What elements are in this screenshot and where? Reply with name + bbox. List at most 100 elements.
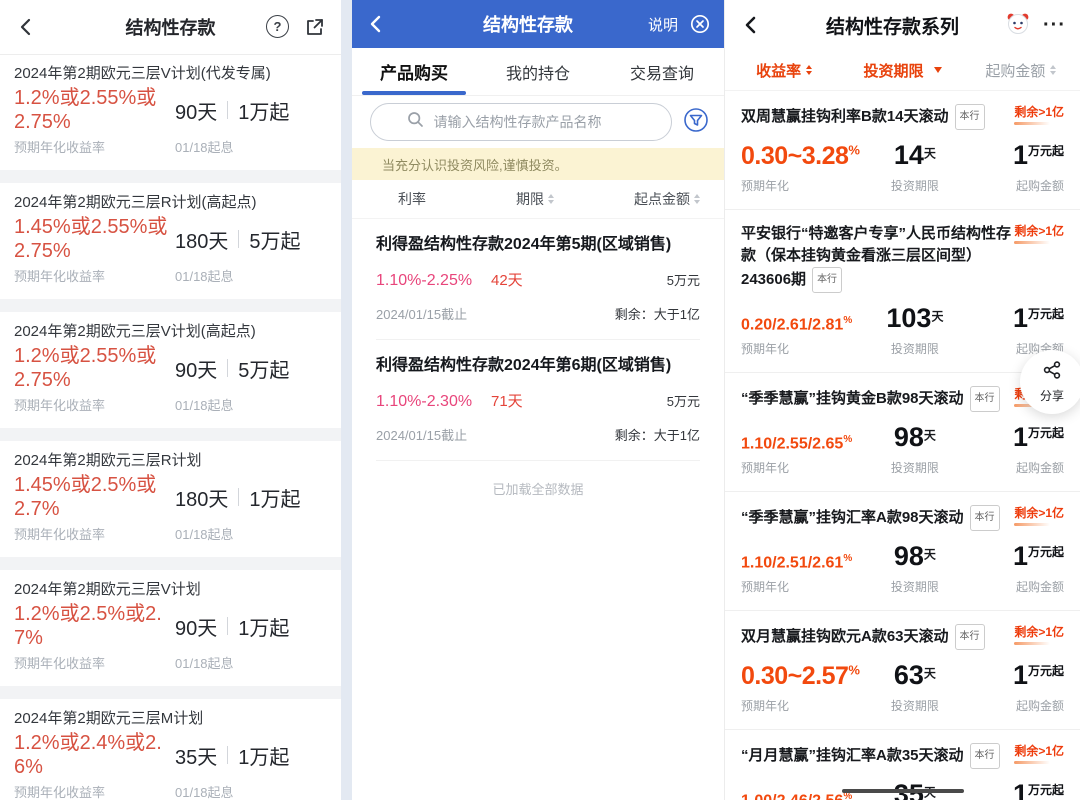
remaining-text: 剩余>1亿 bbox=[1014, 224, 1064, 238]
series-card[interactable]: 剩余>1亿 平安银行“特邀客户专享”人民币结构性存款（保本挂钩黄金看涨三层区间型… bbox=[725, 210, 1080, 373]
days-unit: 天 bbox=[924, 147, 936, 161]
rate-value: 0.30~3.28 bbox=[741, 142, 848, 170]
series-card[interactable]: 剩余>1亿 “季季慧赢”挂钩汇率A款98天滚动本行 1.10/2.51/2.61… bbox=[725, 492, 1080, 611]
column-rate[interactable]: 利率 bbox=[376, 189, 491, 209]
product-rate: 0.30~2.57% bbox=[741, 662, 865, 691]
divider bbox=[227, 746, 228, 764]
product-term-min: 90天 1万起 bbox=[172, 612, 327, 641]
min-amount: 5万起 bbox=[238, 354, 289, 383]
min-label: 起购金额 bbox=[1016, 459, 1064, 476]
filter-icon[interactable] bbox=[682, 106, 710, 139]
tab-transaction-query[interactable]: 交易查询 bbox=[600, 48, 724, 95]
help-icon[interactable] bbox=[266, 15, 289, 38]
product-term-min: 90天 5万起 bbox=[172, 354, 327, 383]
back-icon[interactable] bbox=[364, 12, 388, 36]
share-export-icon[interactable] bbox=[303, 15, 327, 39]
product-row[interactable]: 利得盈结构性存款2024年第6期(区域销售) 1.10%-2.30% 71天 5… bbox=[352, 340, 724, 461]
sort-min-purchase[interactable]: 起购金额 bbox=[962, 60, 1080, 81]
product-rate: 1.2%或2.5%或2.7% bbox=[14, 602, 172, 650]
days-label: 投资期限 bbox=[891, 697, 939, 714]
sort-investment-term[interactable]: 投资期限 bbox=[843, 60, 961, 81]
column-amount[interactable]: 起点金额 bbox=[611, 189, 700, 209]
search-box[interactable] bbox=[370, 103, 672, 141]
mascot-icon[interactable] bbox=[1005, 10, 1031, 41]
product-days: 98天 bbox=[894, 541, 936, 572]
remaining-text: 剩余>1亿 bbox=[1014, 744, 1064, 758]
close-icon[interactable] bbox=[688, 12, 712, 36]
deposit-card[interactable]: 2024年第2期欧元三层V计划 1.2%或2.5%或2.7% 90天 1万起 预… bbox=[0, 570, 341, 686]
panel-left-deposit-list: 结构性存款 2024年第2期欧元三层V计划(代发专属) 1.2%或2.55%或2… bbox=[0, 0, 341, 800]
sort-yield-rate[interactable]: 收益率 bbox=[725, 60, 843, 81]
min-unit: 万元起 bbox=[1028, 545, 1064, 559]
product-min-amount: 5万元 bbox=[611, 391, 700, 410]
min-value: 1 bbox=[1013, 779, 1028, 800]
product-min: 1万元起 bbox=[1013, 140, 1064, 171]
deposit-card[interactable]: 2024年第2期欧元三层V计划(代发专属) 1.2%或2.55%或2.75% 9… bbox=[0, 54, 341, 170]
page-title: 结构性存款 bbox=[422, 11, 634, 37]
value-date: 01/18起息 bbox=[172, 137, 234, 156]
product-term-min: 90天 1万起 bbox=[172, 96, 327, 125]
deposit-card[interactable]: 2024年第2期欧元三层M计划 1.2%或2.4%或2.6% 35天 1万起 预… bbox=[0, 699, 341, 800]
remaining-badge: 剩余>1亿 bbox=[1014, 103, 1064, 125]
share-floating-button[interactable]: 分享 bbox=[1020, 350, 1080, 414]
share-icon bbox=[1042, 360, 1062, 385]
product-name: 2024年第2期欧元三层R计划(高起点) bbox=[14, 194, 327, 211]
product-rate: 0.30~3.28% bbox=[741, 142, 865, 171]
search-row bbox=[352, 96, 724, 148]
product-row[interactable]: 利得盈结构性存款2024年第5期(区域销售) 1.10%-2.25% 42天 5… bbox=[352, 219, 724, 340]
min-amount: 1万起 bbox=[249, 483, 300, 512]
product-min: 1万元起 bbox=[1013, 541, 1064, 572]
home-indicator[interactable] bbox=[842, 789, 964, 793]
min-unit: 万元起 bbox=[1028, 664, 1064, 678]
product-min-amount: 5万元 bbox=[611, 270, 700, 289]
min-unit: 万元起 bbox=[1028, 783, 1064, 797]
panel-separator bbox=[341, 0, 352, 800]
series-card[interactable]: 剩余>1亿 双月慧赢挂钩欧元A款63天滚动本行 0.30~2.57% 63天 1… bbox=[725, 611, 1080, 730]
column-term[interactable]: 期限 bbox=[491, 189, 611, 209]
product-rate: 1.45%或2.5%或2.7% bbox=[14, 473, 172, 521]
back-icon[interactable] bbox=[739, 13, 763, 37]
remaining-text: 剩余>1亿 bbox=[1014, 625, 1064, 639]
series-card[interactable]: 剩余>1亿 双周慧赢挂钩利率B款14天滚动本行 0.30~3.28% 14天 1… bbox=[725, 91, 1080, 210]
tab-label: 产品购买 bbox=[380, 59, 448, 84]
min-unit: 万元起 bbox=[1028, 144, 1064, 158]
tab-product-purchase[interactable]: 产品购买 bbox=[352, 48, 476, 95]
rate-label: 预期年化收益率 bbox=[14, 395, 172, 414]
deposit-card[interactable]: 2024年第2期欧元三层R计划 1.45%或2.5%或2.7% 180天 1万起… bbox=[0, 441, 341, 557]
bank-tag: 本行 bbox=[955, 624, 985, 650]
product-days: 14天 bbox=[894, 140, 936, 171]
product-days: 63天 bbox=[894, 660, 936, 691]
underline-accent bbox=[1014, 241, 1050, 244]
product-name: 利得盈结构性存款2024年第5期(区域销售) bbox=[376, 235, 700, 255]
underline-accent bbox=[1014, 761, 1050, 764]
rate-label: 预期年化收益率 bbox=[14, 782, 172, 800]
deposit-card[interactable]: 2024年第2期欧元三层R计划(高起点) 1.45%或2.55%或2.75% 1… bbox=[0, 183, 341, 299]
search-input[interactable] bbox=[432, 113, 636, 131]
value-date: 01/18起息 bbox=[172, 782, 234, 800]
help-link[interactable]: 说明 bbox=[648, 14, 678, 35]
back-icon[interactable] bbox=[14, 15, 38, 39]
sort-updown-icon bbox=[548, 194, 554, 204]
bank-tag: 本行 bbox=[970, 505, 1000, 531]
middle-header: 结构性存款 说明 bbox=[352, 0, 724, 48]
product-days: 71天 bbox=[491, 390, 611, 411]
remaining-quota: 剩余：大于1亿 bbox=[615, 304, 700, 323]
remaining-badge: 剩余>1亿 bbox=[1014, 504, 1064, 526]
term-days: 90天 bbox=[175, 354, 217, 383]
sort-updown-icon bbox=[1050, 65, 1056, 75]
more-menu-icon[interactable]: ··· bbox=[1043, 20, 1066, 30]
min-amount: 5万起 bbox=[249, 225, 300, 254]
term-days: 180天 bbox=[175, 225, 228, 254]
page-title: 结构性存款系列 bbox=[785, 12, 1000, 39]
deposit-card[interactable]: 2024年第2期欧元三层V计划(高起点) 1.2%或2.55%或2.75% 90… bbox=[0, 312, 341, 428]
rate-value: 0.30~2.57 bbox=[741, 662, 848, 690]
product-rate: 0.20/2.61/2.81% bbox=[741, 315, 865, 334]
tab-my-holdings[interactable]: 我的持仓 bbox=[476, 48, 600, 95]
left-header: 结构性存款 bbox=[0, 0, 341, 54]
name-text: 双月慧赢挂钩欧元A款63天滚动 bbox=[741, 628, 949, 645]
days-unit: 天 bbox=[924, 548, 936, 562]
rate-value: 1.00/2.46/2.56 bbox=[741, 792, 843, 800]
deadline: 2024/01/15截止 bbox=[376, 304, 467, 323]
product-rate: 1.10/2.55/2.65% bbox=[741, 434, 865, 453]
remaining-quota: 剩余：大于1亿 bbox=[615, 425, 700, 444]
